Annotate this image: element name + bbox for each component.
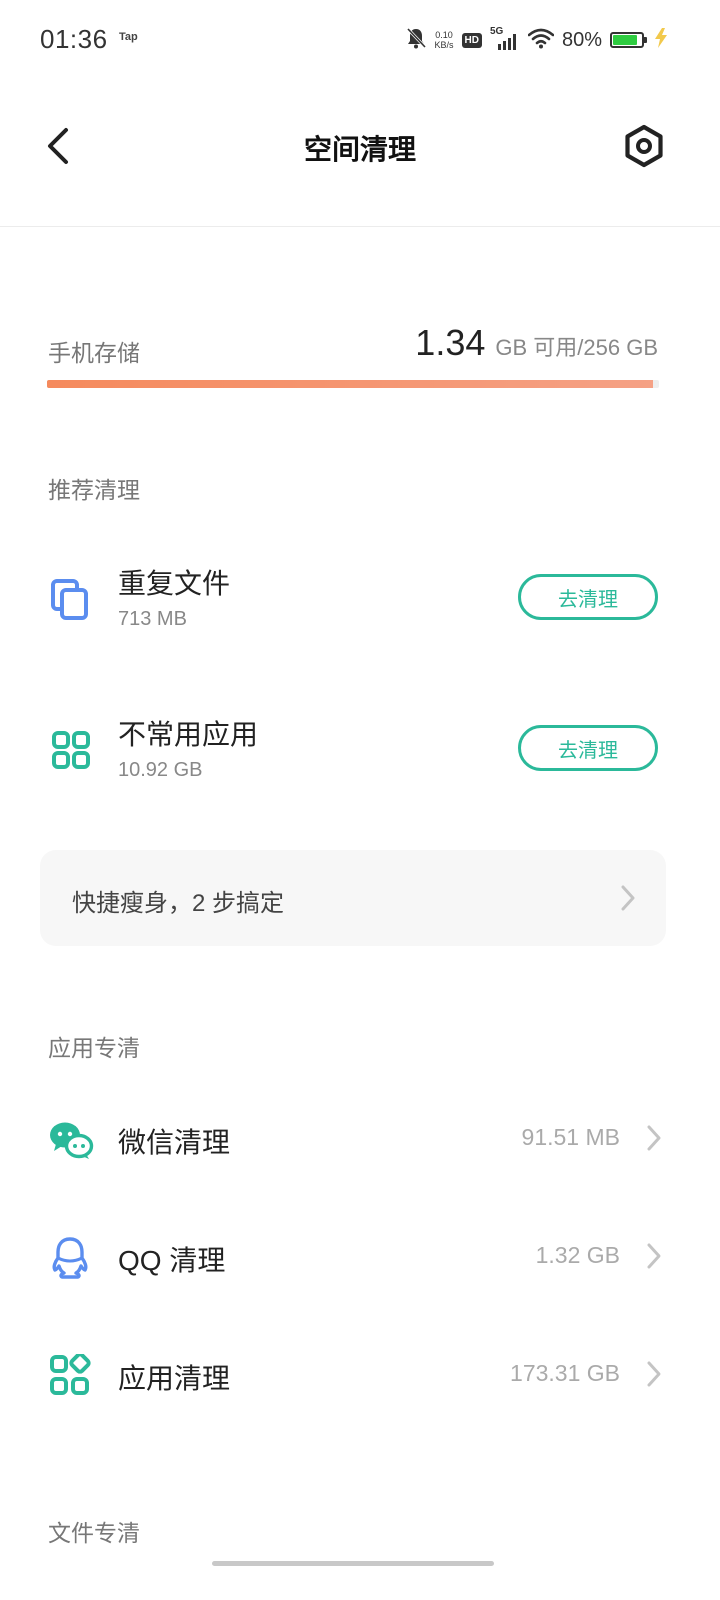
chevron-right-icon (647, 1243, 661, 1269)
list-item-qq-clean[interactable]: QQ 清理 1.32 GB (0, 1204, 720, 1314)
list-item-unused-apps[interactable]: 不常用应用 10.92 GB 去清理 (0, 691, 720, 811)
item-size: 10.92 GB (118, 759, 203, 781)
section-title-app-clean: 应用专清 (48, 1035, 140, 1061)
net-speed-value: 0.10 (435, 30, 453, 40)
item-name: 微信清理 (118, 1127, 231, 1158)
battery-icon (610, 32, 647, 48)
chevron-right-icon (647, 1125, 661, 1151)
clean-button-duplicate-files[interactable]: 去清理 (518, 574, 658, 620)
settings-icon (625, 124, 663, 168)
list-item-wechat-clean[interactable]: 微信清理 91.51 MB (0, 1086, 720, 1196)
status-icons: 0.10 KB/s HD 5G 80% (405, 24, 671, 56)
item-name: 重复文件 (118, 568, 231, 599)
item-name: 不常用应用 (118, 719, 259, 750)
section-title-file-clean: 文件专清 (48, 1520, 140, 1546)
quick-slim-card[interactable]: 快捷瘦身，2 步搞定 (40, 850, 666, 946)
list-item-app-clean[interactable]: 应用清理 173.31 GB (0, 1322, 720, 1432)
chevron-right-icon (647, 1361, 661, 1387)
storage-bar-fill (47, 380, 653, 388)
duplicate-files-icon (50, 578, 90, 622)
header: 空间清理 (0, 80, 720, 227)
item-size: 91.51 MB (521, 1124, 620, 1150)
hd-badge: HD (461, 32, 482, 48)
battery-percent: 80% (561, 28, 602, 51)
apps-grid-icon (52, 729, 92, 773)
item-size: 713 MB (118, 608, 187, 630)
item-size: 173.31 GB (510, 1360, 620, 1386)
mute-bell-icon (405, 26, 427, 55)
storage-total: GB 可用/256 GB (495, 335, 658, 360)
settings-button[interactable] (622, 124, 666, 168)
battery-fill (613, 35, 637, 45)
wifi-icon (527, 27, 555, 54)
net-speed-unit: KB/s (434, 40, 454, 50)
section-title-recommend: 推荐清理 (48, 477, 140, 503)
list-item-duplicate-files[interactable]: 重复文件 713 MB 去清理 (0, 540, 720, 660)
status-bar: 01:36 Tap 0.10 KB/s HD 5G 80% (0, 0, 720, 80)
chevron-right-icon (621, 885, 635, 911)
item-name: 应用清理 (118, 1363, 231, 1394)
net-speed: 0.10 KB/s (435, 30, 454, 50)
status-time: 01:36 (40, 24, 108, 54)
qq-icon (48, 1236, 92, 1280)
storage-bar (47, 380, 659, 388)
apps-icon (48, 1352, 92, 1398)
item-size: 1.32 GB (535, 1242, 620, 1268)
page-title: 空间清理 (303, 134, 416, 165)
clean-button-unused-apps[interactable]: 去清理 (518, 725, 658, 771)
tap-indicator: Tap (119, 31, 138, 43)
storage-value: 1.34 GB 可用/256 GB (415, 322, 658, 364)
storage-label: 手机存储 (48, 340, 140, 366)
charging-bolt-icon (652, 27, 670, 54)
storage-available: 1.34 (415, 322, 486, 363)
signal-icon: 5G (490, 26, 520, 52)
home-indicator[interactable] (212, 1561, 494, 1566)
quick-slim-label: 快捷瘦身，2 步搞定 (72, 890, 285, 917)
item-name: QQ 清理 (118, 1245, 226, 1276)
wechat-icon (48, 1118, 94, 1162)
